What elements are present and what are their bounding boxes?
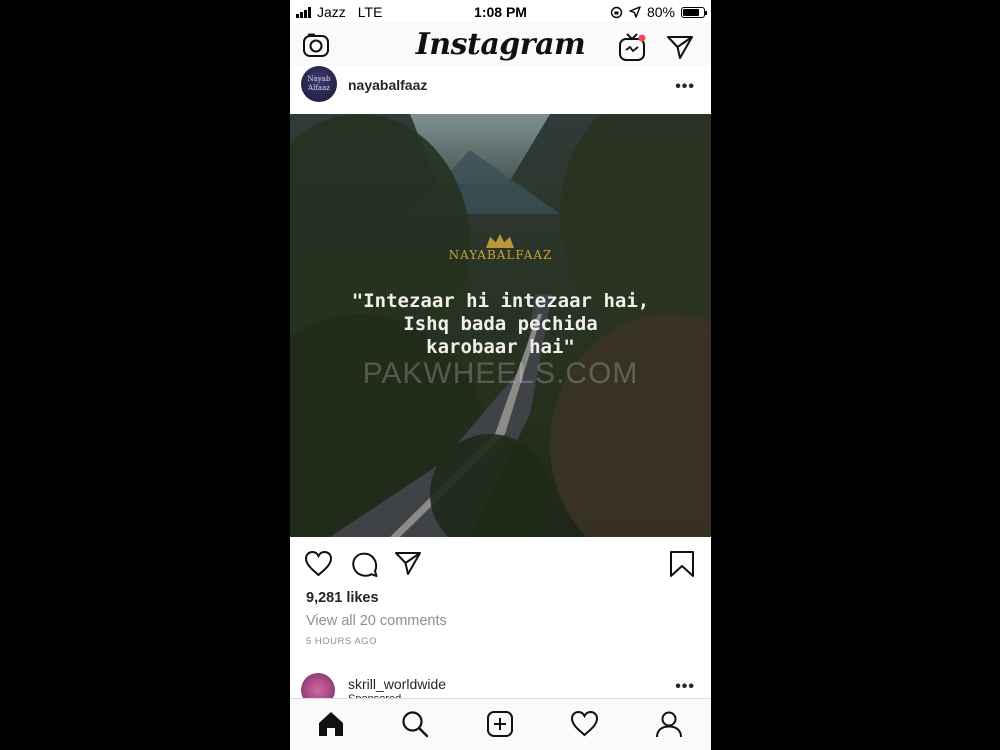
post-avatar[interactable]: Nayab Alfaaz <box>301 66 337 102</box>
bookmark-icon[interactable] <box>669 550 695 578</box>
post-options-icon[interactable]: ••• <box>675 78 695 96</box>
post-actions <box>290 537 711 589</box>
phone-screen: Jazz LTE 1:08 PM 80% Instagram Nayab Alf… <box>290 0 711 750</box>
post-header: Nayab Alfaaz nayabalfaaz ••• <box>290 66 711 114</box>
search-icon[interactable] <box>401 710 429 738</box>
avatar-text-line-1: Nayab <box>307 75 331 83</box>
rotation-lock-icon <box>610 6 623 18</box>
quote-line: karobaar hai" <box>426 336 575 358</box>
view-comments-link[interactable]: View all 20 comments <box>306 613 447 629</box>
activity-icon[interactable] <box>570 710 599 737</box>
home-icon[interactable] <box>317 710 345 738</box>
quote-line: "Intezaar hi intezaar hai, <box>351 290 650 312</box>
image-fern <box>430 434 550 537</box>
heart-icon[interactable] <box>304 550 333 577</box>
image-brand-text: NAYABALFAAZ <box>448 248 553 262</box>
new-post-icon[interactable] <box>486 710 514 738</box>
status-bar: Jazz LTE 1:08 PM 80% <box>290 0 711 22</box>
profile-icon[interactable] <box>655 710 683 738</box>
brand-crest-icon <box>486 234 514 248</box>
avatar-text-line-2: Alfaaz <box>308 84 330 92</box>
share-icon[interactable] <box>394 550 422 576</box>
next-post-options-icon[interactable]: ••• <box>675 678 695 696</box>
battery-percent: 80% <box>646 4 675 20</box>
battery-icon <box>681 6 707 18</box>
location-icon <box>629 6 641 18</box>
image-watermark: PAKWHEELS.COM <box>362 357 639 390</box>
direct-message-icon[interactable] <box>666 34 694 60</box>
quote-line: Ishq bada pechida <box>403 313 598 335</box>
post-timestamp: 5 HOURS AGO <box>306 636 377 647</box>
post-username[interactable]: nayabalfaaz <box>348 77 427 93</box>
likes-count[interactable]: 9,281 likes <box>306 590 379 606</box>
igtv-icon[interactable] <box>618 32 646 62</box>
next-post-username[interactable]: skrill_worldwide <box>348 676 446 692</box>
post-image[interactable]: NAYABALFAAZ "Intezaar hi intezaar hai, I… <box>290 114 711 537</box>
comment-icon[interactable] <box>350 550 378 578</box>
instagram-logo[interactable]: Instagram <box>290 27 711 62</box>
bottom-nav <box>290 698 711 750</box>
image-quote: "Intezaar hi intezaar hai, Ishq bada pec… <box>290 290 711 359</box>
